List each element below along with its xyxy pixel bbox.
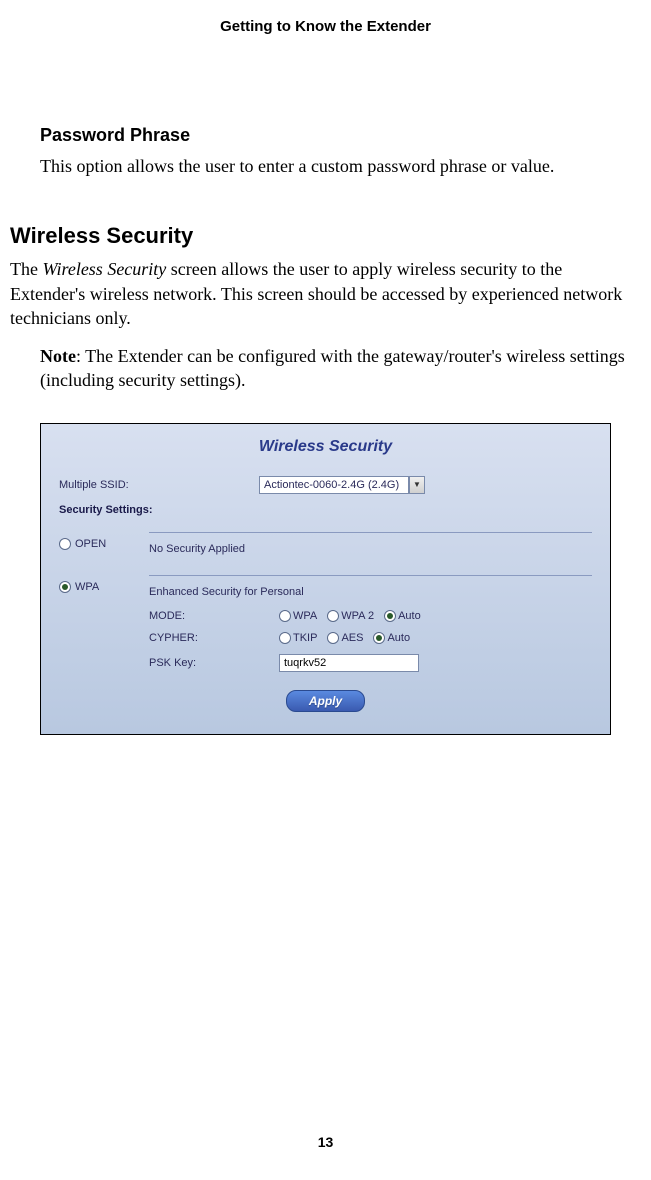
subsection-heading: Password Phrase bbox=[40, 125, 641, 146]
section-body: The Wireless Security screen allows the … bbox=[10, 257, 641, 330]
section-heading: Wireless Security bbox=[10, 223, 641, 249]
note-block: Note: The Extender can be configured wit… bbox=[10, 344, 641, 393]
psk-input[interactable] bbox=[279, 654, 419, 672]
mode-auto-radio[interactable] bbox=[384, 610, 396, 622]
open-label: OPEN bbox=[75, 538, 106, 550]
panel-title: Wireless Security bbox=[59, 438, 592, 456]
open-radio[interactable] bbox=[59, 538, 71, 550]
wpa-label: WPA bbox=[75, 581, 99, 593]
mode-auto-text: Auto bbox=[398, 610, 421, 622]
cypher-tkip-text: TKIP bbox=[293, 632, 317, 644]
wpa-radio[interactable] bbox=[59, 581, 71, 593]
chevron-down-icon[interactable]: ▼ bbox=[409, 476, 425, 494]
wireless-security-panel: Wireless Security Multiple SSID: Actiont… bbox=[40, 423, 611, 735]
cypher-aes-radio[interactable] bbox=[327, 632, 339, 644]
mode-wpa2-radio[interactable] bbox=[327, 610, 339, 622]
security-settings-label: Security Settings: bbox=[59, 504, 592, 516]
note-text: : The Extender can be configured with th… bbox=[40, 346, 625, 390]
wpa-desc: Enhanced Security for Personal bbox=[149, 586, 592, 598]
cypher-auto-radio[interactable] bbox=[373, 632, 385, 644]
page-header: Getting to Know the Extender bbox=[0, 0, 651, 75]
cypher-auto-text: Auto bbox=[387, 632, 410, 644]
mode-wpa-text: WPA bbox=[293, 610, 317, 622]
mode-wpa-radio[interactable] bbox=[279, 610, 291, 622]
ssid-select-value: Actiontec-0060-2.4G (2.4G) bbox=[259, 476, 409, 494]
subsection-body: This option allows the user to enter a c… bbox=[40, 154, 641, 178]
open-desc: No Security Applied bbox=[149, 543, 592, 555]
mode-wpa2-text: WPA 2 bbox=[341, 610, 374, 622]
cypher-tkip-radio[interactable] bbox=[279, 632, 291, 644]
apply-button[interactable]: Apply bbox=[286, 690, 365, 712]
psk-label: PSK Key: bbox=[149, 657, 279, 669]
page-number: 13 bbox=[0, 1134, 651, 1150]
cypher-label: CYPHER: bbox=[149, 632, 279, 644]
ssid-select[interactable]: Actiontec-0060-2.4G (2.4G) ▼ bbox=[259, 476, 425, 494]
section-body-italic: Wireless Security bbox=[42, 259, 166, 279]
section-body-prefix: The bbox=[10, 259, 42, 279]
ssid-label: Multiple SSID: bbox=[59, 479, 259, 491]
note-label: Note bbox=[40, 346, 76, 366]
cypher-aes-text: AES bbox=[341, 632, 363, 644]
mode-label: MODE: bbox=[149, 610, 279, 622]
